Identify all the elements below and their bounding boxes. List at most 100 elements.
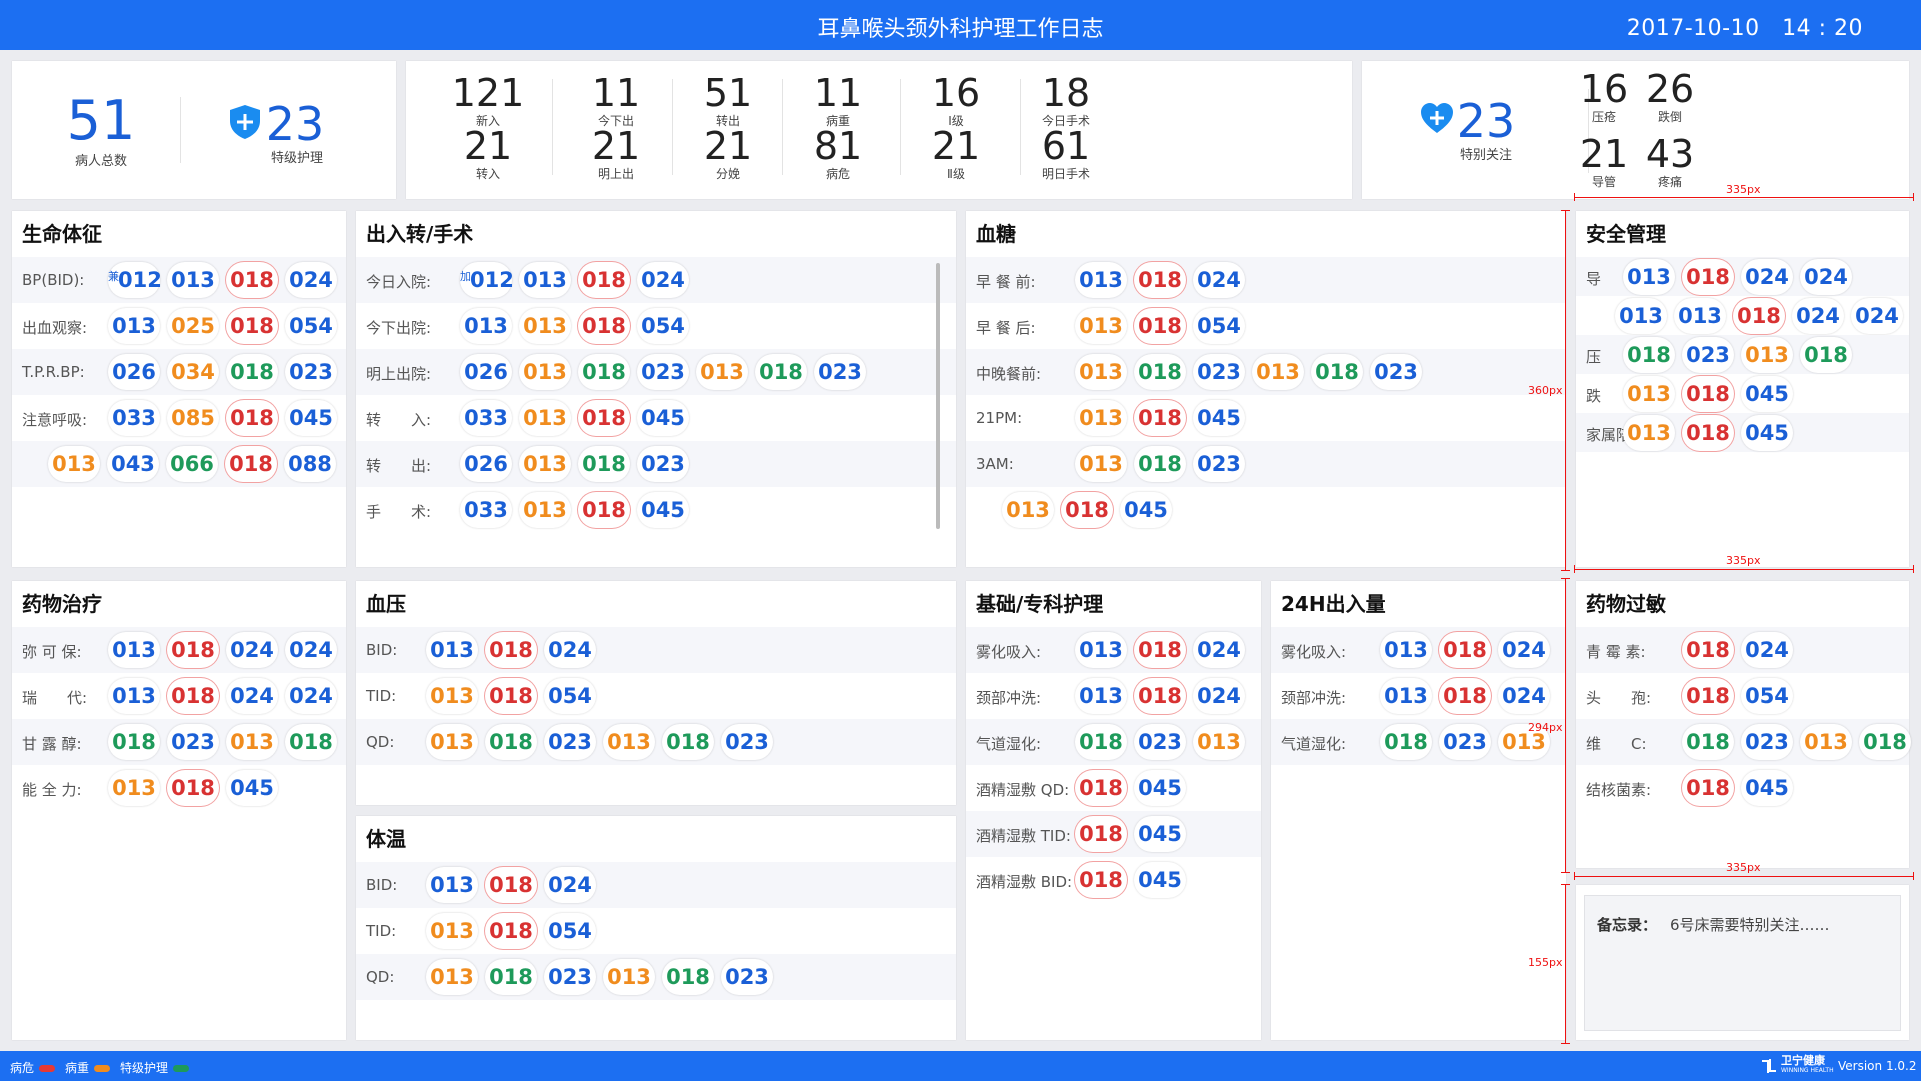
bed-number-badge[interactable]: 026 <box>460 446 512 482</box>
scrollbar[interactable] <box>936 263 940 529</box>
bed-number-badge[interactable]: 024 <box>1851 298 1903 334</box>
bed-number-badge[interactable]: 013 <box>1075 632 1127 668</box>
bed-number-badge[interactable]: 018 <box>578 492 630 528</box>
bed-number-badge[interactable]: 018 <box>1682 415 1734 451</box>
bed-number-badge[interactable]: 013 <box>426 913 478 949</box>
bed-number-badge[interactable]: 018 <box>1061 492 1113 528</box>
bed-number-badge[interactable]: 024 <box>226 678 278 714</box>
bed-number-badge[interactable]: 加 012 <box>460 262 514 298</box>
bed-number-badge[interactable]: 013 <box>108 678 160 714</box>
bed-number-badge[interactable]: 018 <box>1075 724 1127 760</box>
bed-number-badge[interactable]: 024 <box>1498 632 1550 668</box>
bed-number-badge[interactable]: 023 <box>544 724 596 760</box>
bed-number-badge[interactable]: 024 <box>1792 298 1844 334</box>
bed-number-badge[interactable]: 013 <box>696 354 748 390</box>
bed-number-badge[interactable]: 013 <box>1800 724 1852 760</box>
bed-number-badge[interactable]: 018 <box>167 632 219 668</box>
bed-number-badge[interactable]: 054 <box>544 913 596 949</box>
bed-number-badge[interactable]: 013 <box>48 446 100 482</box>
bed-number-badge[interactable]: 018 <box>485 724 537 760</box>
bed-number-badge[interactable]: 045 <box>1134 770 1186 806</box>
bed-number-badge[interactable]: 018 <box>1682 724 1734 760</box>
bed-number-badge[interactable]: 018 <box>662 724 714 760</box>
bed-number-badge[interactable]: 054 <box>544 678 596 714</box>
bed-number-badge[interactable]: 024 <box>1800 259 1852 295</box>
bed-number-badge[interactable]: 013 <box>519 492 571 528</box>
bed-number-badge[interactable]: 018 <box>1134 632 1186 668</box>
bed-number-badge[interactable]: 024 <box>1741 259 1793 295</box>
bed-number-badge[interactable]: 013 <box>1075 446 1127 482</box>
bed-number-badge[interactable]: 018 <box>1075 816 1127 852</box>
bed-number-badge[interactable]: 023 <box>721 724 773 760</box>
bed-number-badge[interactable]: 兼 012 <box>108 262 162 298</box>
bed-number-badge[interactable]: 023 <box>721 959 773 995</box>
bed-number-badge[interactable]: 013 <box>426 867 478 903</box>
bed-number-badge[interactable]: 013 <box>460 308 512 344</box>
bed-number-badge[interactable]: 024 <box>226 632 278 668</box>
bed-number-badge[interactable]: 018 <box>1859 724 1911 760</box>
bed-number-badge[interactable]: 013 <box>1623 415 1675 451</box>
bed-number-badge[interactable]: 023 <box>637 446 689 482</box>
bed-number-badge[interactable]: 024 <box>285 262 337 298</box>
bed-number-badge[interactable]: 013 <box>1002 492 1054 528</box>
bed-number-badge[interactable]: 088 <box>284 446 336 482</box>
bed-number-badge[interactable]: 013 <box>426 959 478 995</box>
bed-number-badge[interactable]: 018 <box>1733 298 1785 334</box>
bed-number-badge[interactable]: 018 <box>226 354 278 390</box>
bed-number-badge[interactable]: 018 <box>662 959 714 995</box>
bed-number-badge[interactable]: 024 <box>285 632 337 668</box>
bed-number-badge[interactable]: 085 <box>167 400 219 436</box>
bed-number-badge[interactable]: 023 <box>285 354 337 390</box>
bed-number-badge[interactable]: 018 <box>578 308 630 344</box>
bed-number-badge[interactable]: 013 <box>1075 400 1127 436</box>
bed-number-badge[interactable]: 013 <box>426 724 478 760</box>
bed-number-badge[interactable]: 013 <box>1623 259 1675 295</box>
bed-number-badge[interactable]: 033 <box>460 400 512 436</box>
bed-number-badge[interactable]: 013 <box>1252 354 1304 390</box>
bed-number-badge[interactable]: 024 <box>1741 632 1793 668</box>
bed-number-badge[interactable]: 018 <box>1311 354 1363 390</box>
bed-number-badge[interactable]: 018 <box>1134 262 1186 298</box>
bed-number-badge[interactable]: 018 <box>1800 337 1852 373</box>
bed-number-badge[interactable]: 013 <box>1380 678 1432 714</box>
bed-number-badge[interactable]: 018 <box>1134 678 1186 714</box>
bed-number-badge[interactable]: 054 <box>285 308 337 344</box>
bed-number-badge[interactable]: 023 <box>1682 337 1734 373</box>
bed-number-badge[interactable]: 018 <box>485 867 537 903</box>
bed-number-badge[interactable]: 018 <box>1682 259 1734 295</box>
bed-number-badge[interactable]: 013 <box>603 959 655 995</box>
bed-number-badge[interactable]: 024 <box>1193 632 1245 668</box>
bed-number-badge[interactable]: 054 <box>1193 308 1245 344</box>
bed-number-badge[interactable]: 023 <box>1370 354 1422 390</box>
bed-number-badge[interactable]: 018 <box>1134 446 1186 482</box>
bed-number-badge[interactable]: 013 <box>519 262 571 298</box>
bed-number-badge[interactable]: 013 <box>1075 354 1127 390</box>
bed-number-badge[interactable]: 033 <box>108 400 160 436</box>
bed-number-badge[interactable]: 023 <box>637 354 689 390</box>
bed-number-badge[interactable]: 026 <box>460 354 512 390</box>
bed-number-badge[interactable]: 018 <box>1134 354 1186 390</box>
bed-number-badge[interactable]: 045 <box>1120 492 1172 528</box>
bed-number-badge[interactable]: 018 <box>226 400 278 436</box>
bed-number-badge[interactable]: 033 <box>460 492 512 528</box>
bed-number-badge[interactable]: 013 <box>426 632 478 668</box>
bed-number-badge[interactable]: 013 <box>519 400 571 436</box>
bed-number-badge[interactable]: 013 <box>426 678 478 714</box>
bed-number-badge[interactable]: 018 <box>1380 724 1432 760</box>
bed-number-badge[interactable]: 013 <box>1615 298 1667 334</box>
memo-box[interactable]: 备忘录： 6号床需要特别关注…… <box>1584 895 1901 1031</box>
bed-number-badge[interactable]: 018 <box>1439 632 1491 668</box>
bed-number-badge[interactable]: 043 <box>107 446 159 482</box>
bed-number-badge[interactable]: 024 <box>637 262 689 298</box>
bed-number-badge[interactable]: 018 <box>1682 770 1734 806</box>
bed-number-badge[interactable]: 013 <box>603 724 655 760</box>
bed-number-badge[interactable]: 018 <box>167 770 219 806</box>
bed-number-badge[interactable]: 013 <box>167 262 219 298</box>
bed-number-badge[interactable]: 054 <box>1741 678 1793 714</box>
bed-number-badge[interactable]: 066 <box>166 446 218 482</box>
bed-number-badge[interactable]: 023 <box>1193 354 1245 390</box>
bed-number-badge[interactable]: 013 <box>108 308 160 344</box>
bed-number-badge[interactable]: 024 <box>1193 678 1245 714</box>
bed-number-badge[interactable]: 018 <box>1075 770 1127 806</box>
bed-number-badge[interactable]: 018 <box>1439 678 1491 714</box>
